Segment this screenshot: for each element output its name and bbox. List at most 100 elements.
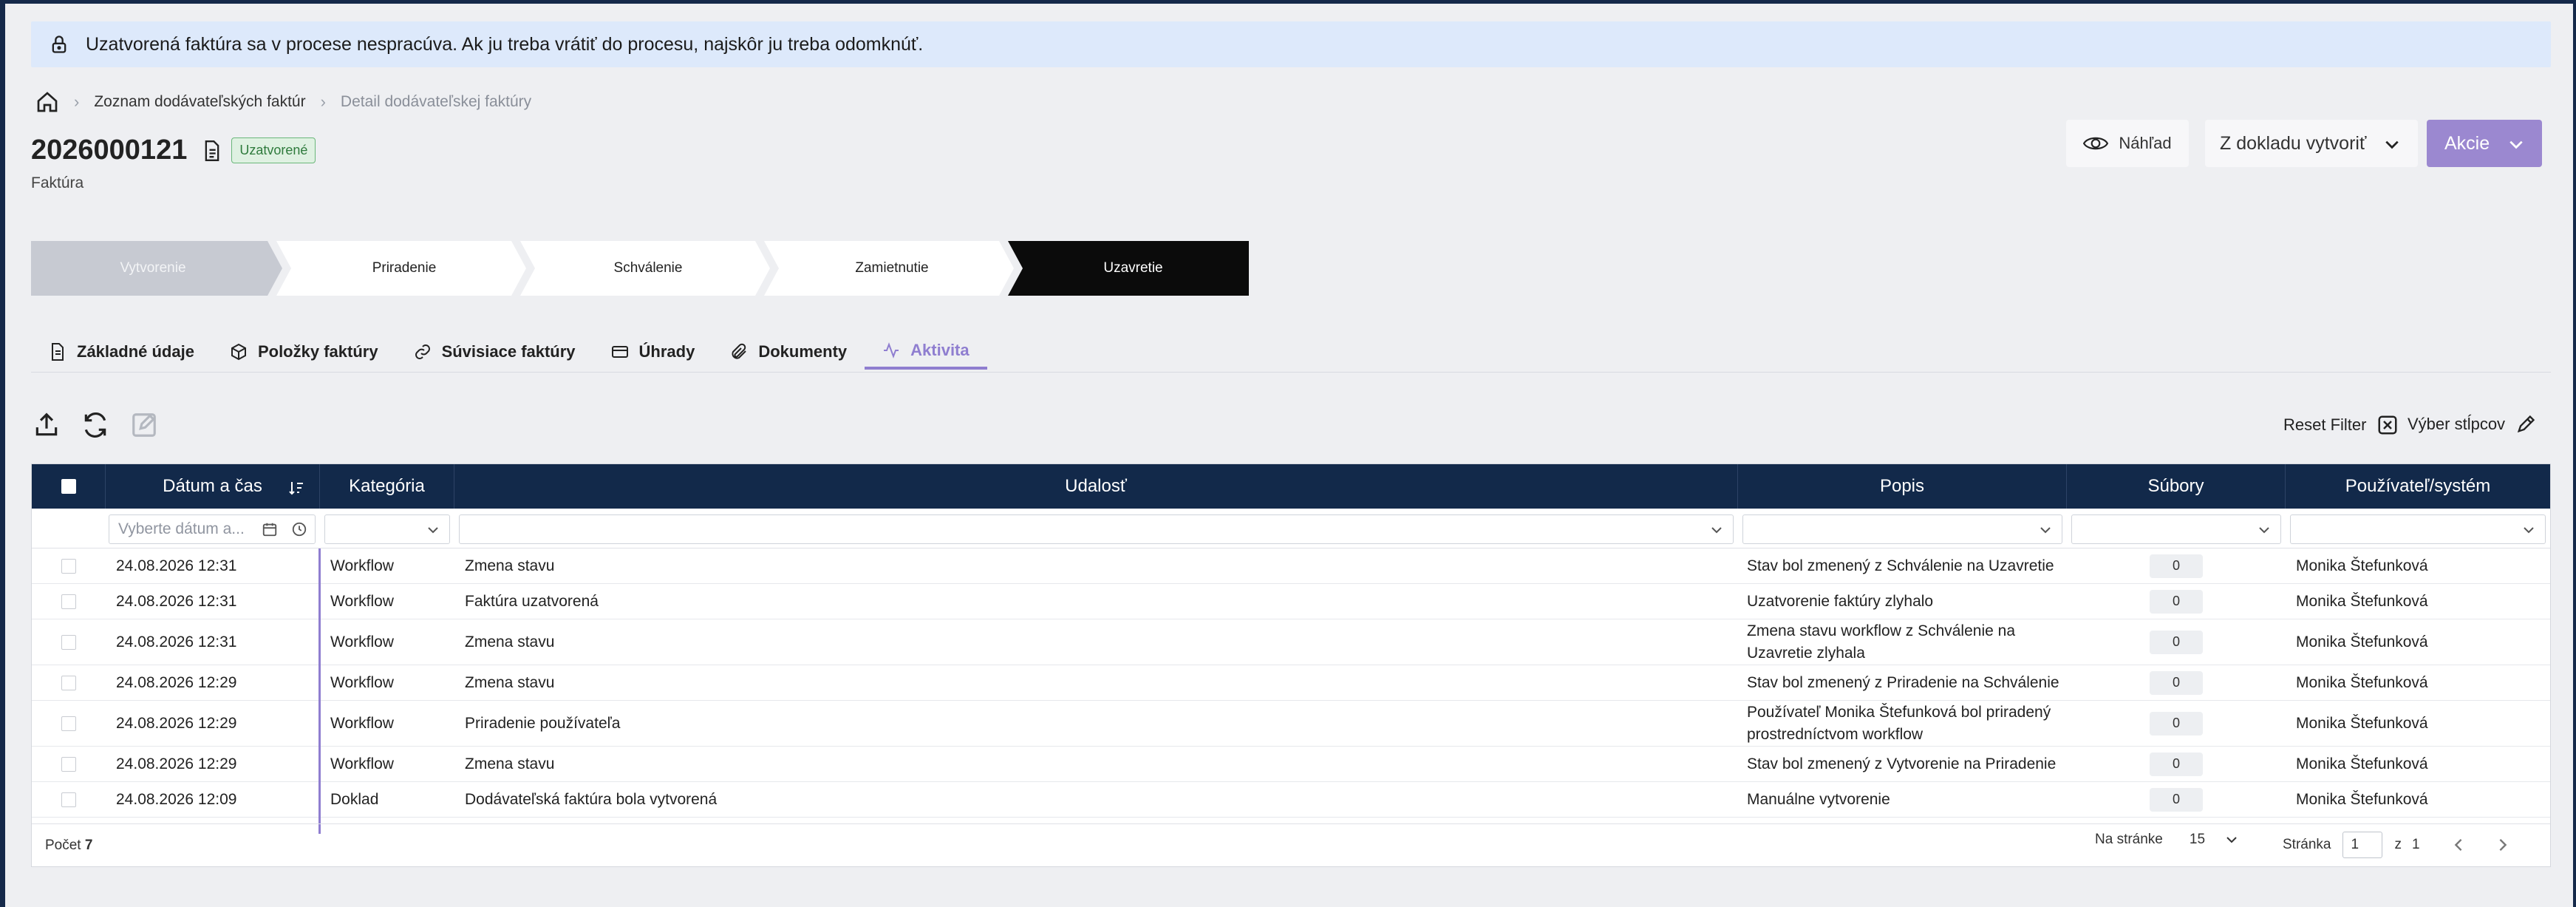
chevron-left-icon[interactable] — [2450, 836, 2467, 854]
files-count-badge[interactable]: 0 — [2150, 670, 2203, 695]
description-cell: Zmena stavu workflow z Schválenie na Uzav… — [1747, 619, 2065, 665]
datetime-cell: 24.08.2026 12:29 — [116, 714, 237, 732]
chevron-right-icon[interactable] — [2494, 836, 2512, 854]
datetime-cell: 24.08.2026 12:31 — [116, 592, 237, 610]
category-cell: Workflow — [330, 673, 394, 691]
description-cell: Manuálne vytvorenie — [1747, 782, 2065, 817]
tab-basic-data[interactable]: Základné údaje — [31, 334, 212, 370]
eye-icon — [2083, 137, 2109, 150]
table-row[interactable]: 24.08.2026 12:29 Workflow Zmena stavu Stav … — [32, 747, 2550, 782]
create-from-document-dropdown[interactable]: Z dokladu vytvoriť — [2205, 120, 2418, 167]
event-cell: Zmena stavu — [465, 673, 555, 691]
row-checkbox[interactable] — [61, 594, 76, 609]
row-checkbox[interactable] — [61, 675, 76, 690]
datetime-cell: 24.08.2026 12:29 — [116, 755, 237, 772]
actions-label: Akcie — [2444, 132, 2490, 154]
event-filter[interactable] — [459, 514, 1734, 544]
page-number-input[interactable]: 1 — [2342, 832, 2383, 858]
event-cell: Zmena stavu — [465, 755, 555, 772]
tab-activity[interactable]: Aktivita — [865, 334, 987, 370]
tab-related-invoices[interactable]: Súvisiace faktúry — [396, 334, 593, 370]
row-checkbox[interactable] — [61, 634, 76, 650]
home-icon[interactable] — [35, 90, 59, 114]
table-row[interactable]: 24.08.2026 12:29 Workflow Zmena stavu Stav … — [32, 665, 2550, 701]
export-icon[interactable] — [33, 411, 61, 439]
breadcrumb-invoice-list[interactable]: Zoznam dodávateľských faktúr — [94, 93, 305, 111]
sort-descending-icon[interactable] — [288, 480, 304, 495]
user-filter[interactable] — [2290, 514, 2546, 544]
category-filter[interactable] — [324, 514, 450, 544]
user-cell: Monika Štefunková — [2296, 790, 2428, 808]
tab-label: Aktivita — [910, 341, 970, 359]
files-count-badge[interactable]: 0 — [2150, 787, 2203, 812]
tab-invoice-items[interactable]: Položky faktúry — [212, 334, 396, 370]
row-checkbox[interactable] — [61, 756, 76, 772]
chevron-down-icon — [2509, 140, 2523, 149]
row-select-cell — [32, 782, 106, 817]
select-all-checkbox[interactable] — [61, 479, 76, 494]
column-header-user[interactable]: Používateľ/systém — [2286, 464, 2550, 509]
column-header-description[interactable]: Popis — [1738, 464, 2067, 509]
chevron-down-icon — [428, 527, 438, 534]
calendar-icon[interactable] — [262, 521, 278, 537]
datetime-filter[interactable]: Vyberte dátum a... — [109, 514, 316, 544]
row-checkbox[interactable] — [61, 558, 76, 574]
preview-button[interactable]: Náhľad — [2066, 120, 2189, 167]
user-cell: Monika Štefunková — [2296, 557, 2428, 574]
row-select-cell — [32, 747, 106, 781]
credit-card-icon — [611, 346, 628, 358]
description-line: Uzavretie zlyhala — [1747, 644, 1865, 662]
tab-bar: Základné údaje Položky faktúry Súvisiace… — [31, 334, 987, 373]
row-select-cell — [32, 619, 106, 665]
edit-icon — [132, 413, 156, 437]
column-header-event[interactable]: Udalosť — [454, 464, 1738, 509]
row-checkbox[interactable] — [61, 716, 76, 731]
tab-payments[interactable]: Úhrady — [593, 334, 713, 370]
tabs-divider — [31, 372, 2551, 373]
refresh-icon[interactable] — [81, 411, 109, 439]
column-header-datetime[interactable]: Dátum a čas — [106, 464, 320, 509]
info-banner: Uzatvorená faktúra sa v procese nespracú… — [31, 21, 2551, 67]
reset-filter-button[interactable]: Reset Filter — [2283, 414, 2399, 436]
chevron-down-icon — [2040, 527, 2051, 534]
description-line: Stav bol zmenený z Priradenie na Schvále… — [1747, 673, 2059, 691]
description-line: Stav bol zmenený z Vytvorenie na Prirade… — [1747, 755, 2057, 772]
clock-icon[interactable] — [291, 521, 307, 537]
table-row[interactable]: 24.08.2026 12:09 Doklad Dodávateľská faktú… — [32, 782, 2550, 818]
description-filter[interactable] — [1742, 514, 2062, 544]
row-select-cell — [32, 584, 106, 619]
actions-dropdown[interactable]: Akcie — [2427, 120, 2542, 167]
frozen-column-divider — [318, 548, 321, 834]
files-filter[interactable] — [2071, 514, 2281, 544]
page-title: 2026000121 — [31, 135, 188, 166]
table-row[interactable]: 24.08.2026 12:31 Workflow Zmena stavu Zmena… — [32, 619, 2550, 665]
tab-label: Súvisiace faktúry — [441, 342, 576, 361]
breadcrumb-invoice-detail: Detail dodávateľskej faktúry — [340, 93, 532, 110]
row-select-cell — [32, 548, 106, 583]
files-count-badge[interactable]: 0 — [2150, 589, 2203, 614]
page-size-selector[interactable]: Na stránke 15 — [2095, 832, 2239, 848]
row-checkbox[interactable] — [61, 792, 76, 807]
tab-label: Dokumenty — [758, 342, 848, 361]
event-cell: Zmena stavu — [465, 557, 555, 574]
column-header-category[interactable]: Kategória — [320, 464, 454, 509]
column-select-button[interactable]: Výber stĺpcov — [2408, 414, 2536, 435]
files-count-badge[interactable]: 0 — [2150, 711, 2203, 736]
right-window-bar — [2573, 0, 2576, 907]
row-select-cell — [32, 665, 106, 700]
step-vytvorenie: Vytvorenie — [120, 260, 186, 276]
files-count-badge[interactable]: 0 — [2150, 752, 2203, 776]
user-cell: Monika Štefunková — [2296, 592, 2428, 610]
table-row[interactable]: 24.08.2026 12:31 Workflow Faktúra uzatvore… — [32, 584, 2550, 619]
tab-documents[interactable]: Dokumenty — [712, 334, 865, 370]
table-row[interactable]: 24.08.2026 12:29 Workflow Priradenie použí… — [32, 701, 2550, 747]
datetime-cell: 24.08.2026 12:29 — [116, 673, 237, 691]
files-count-badge[interactable]: 0 — [2150, 554, 2203, 578]
select-all-cell — [32, 464, 106, 509]
chevron-down-icon — [2385, 140, 2399, 149]
files-cell: 0 — [2067, 701, 2286, 746]
column-header-files[interactable]: Súbory — [2067, 464, 2286, 509]
table-row[interactable]: 24.08.2026 12:31 Workflow Zmena stavu Stav … — [32, 548, 2550, 584]
files-count-badge[interactable]: 0 — [2150, 630, 2203, 654]
chevron-down-icon — [1711, 527, 1722, 534]
